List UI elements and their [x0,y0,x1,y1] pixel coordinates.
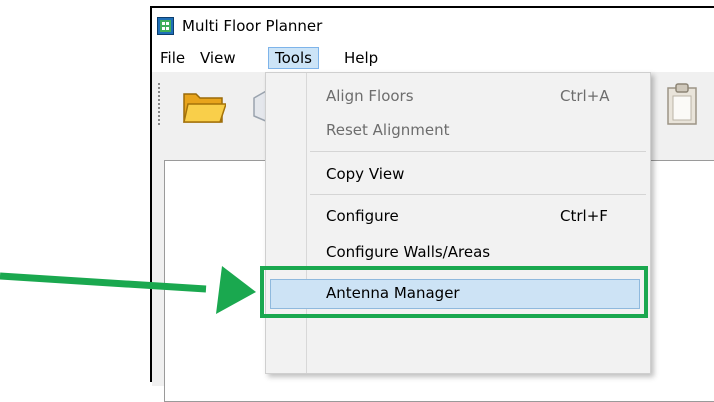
tools-dropdown-menu: Align Floors Ctrl+A Reset Alignment Copy… [265,72,651,374]
menu-item-label: Align Floors [326,87,414,105]
menu-file[interactable]: File [154,47,191,69]
menu-item-copy-view[interactable]: Copy View [266,159,650,189]
menu-item-shortcut: Ctrl+A [560,87,610,105]
clipboard-icon[interactable] [666,82,698,126]
window-title: Multi Floor Planner [182,17,323,35]
menu-item-label: Configure [326,207,399,225]
menu-item-shortcut: Ctrl+F [560,207,608,225]
title-bar: Multi Floor Planner [152,8,714,44]
menu-item-label: Reset Alignment [326,121,450,139]
menu-bar: File View Tools Help [152,44,714,72]
menu-item-label: Copy View [326,165,405,183]
menu-view[interactable]: View [194,47,242,69]
app-icon [157,17,174,35]
menu-item-configure-walls-areas[interactable]: Configure Walls/Areas [266,237,650,267]
toolbar-grip[interactable] [157,82,161,126]
menu-item-label: Configure Walls/Areas [326,243,491,261]
menu-item-configure[interactable]: Configure Ctrl+F [266,201,650,231]
menu-help[interactable]: Help [338,47,384,69]
menu-separator [310,194,646,195]
annotation-arrow-icon [0,266,256,314]
menu-tools[interactable]: Tools [268,47,319,69]
menu-item-align-floors: Align Floors Ctrl+A [266,81,650,111]
open-folder-icon[interactable] [182,86,226,126]
menu-separator [310,151,646,152]
menu-item-reset-alignment: Reset Alignment [266,115,650,145]
menu-item-label: Antenna Manager [326,284,460,302]
